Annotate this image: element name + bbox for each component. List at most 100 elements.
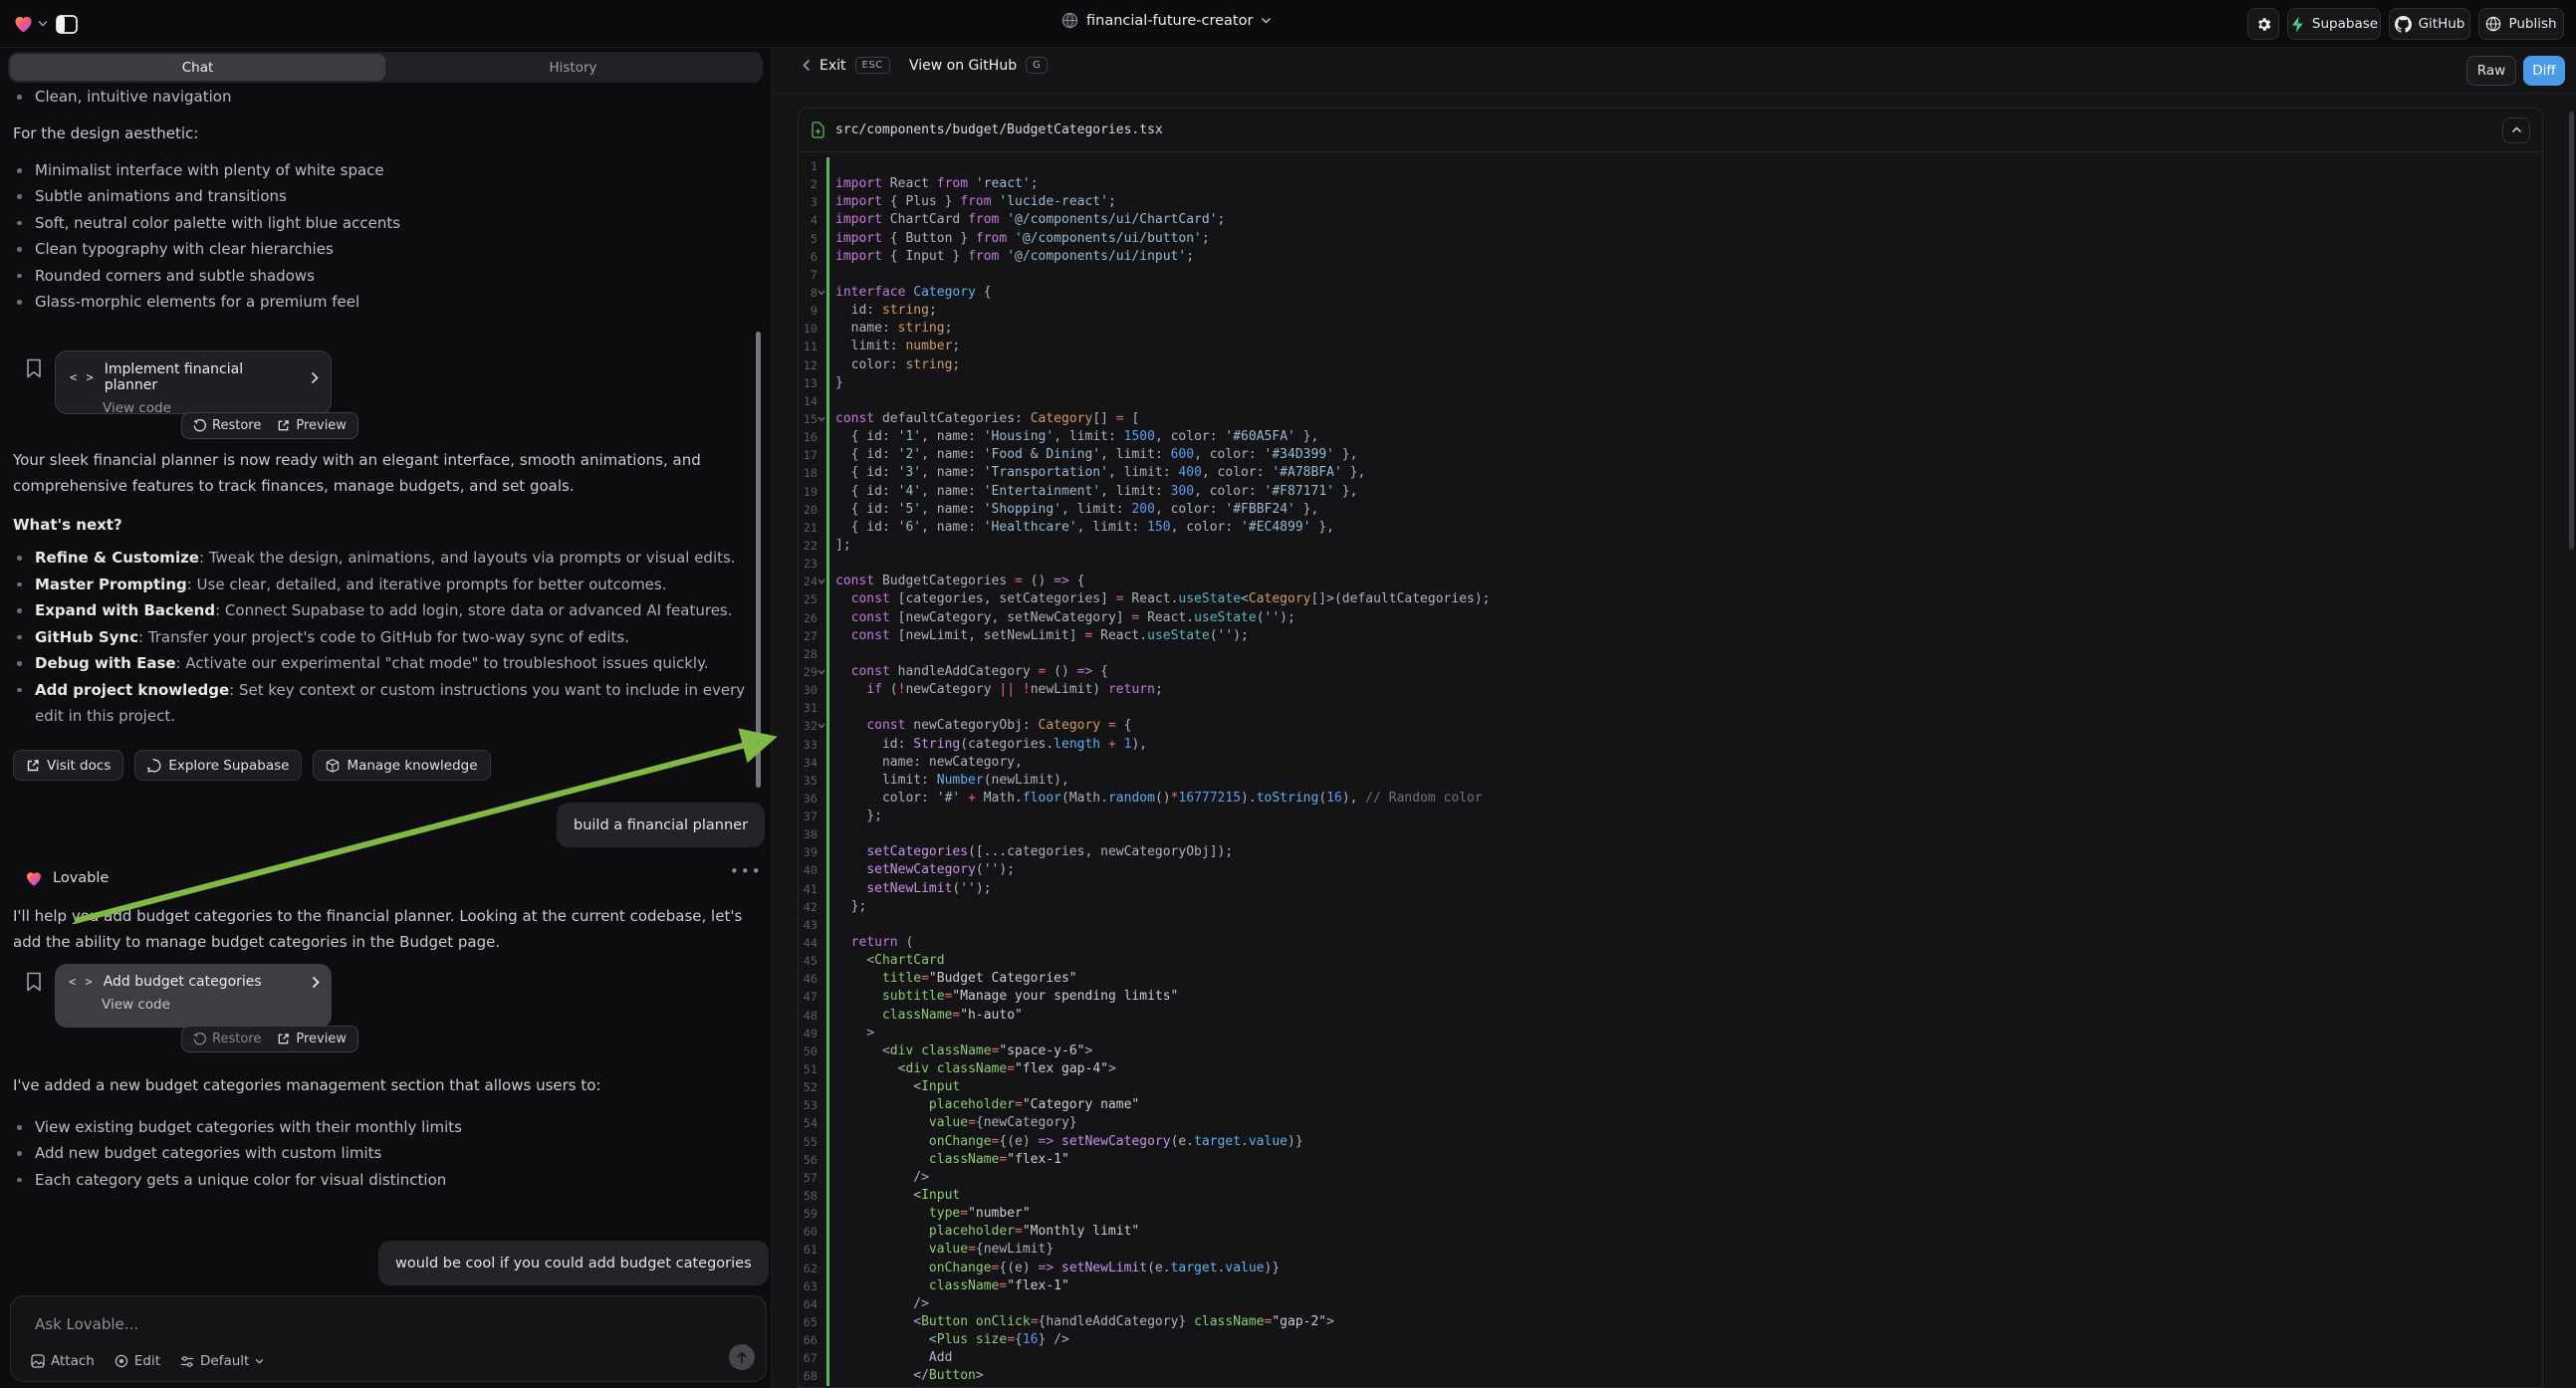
code-icon: < >	[70, 370, 95, 384]
code-editor[interactable]: 12import React from 'react';3import { Pl…	[799, 152, 2542, 1387]
code-line: 23	[799, 555, 2542, 573]
model-selector[interactable]: Default	[180, 1353, 264, 1369]
line-number: 43	[799, 916, 818, 934]
project-globe-icon	[1061, 12, 1078, 29]
external-link-icon	[277, 419, 290, 432]
line-number: 7	[799, 266, 818, 284]
bullet-item: Minimalist interface with plenty of whit…	[0, 157, 757, 183]
lovable-heart-logo-icon[interactable]	[12, 12, 35, 35]
publish-button[interactable]: Publish	[2478, 8, 2564, 40]
code-line: 11 limit: number;	[799, 338, 2542, 355]
project-switcher[interactable]: financial-future-creator	[1061, 12, 1272, 29]
code-line: 2import React from 'react';	[799, 175, 2542, 193]
lovable-heart-icon	[24, 868, 44, 888]
arrow-up-icon	[736, 1351, 748, 1364]
code-line: 38	[799, 825, 2542, 843]
line-number: 35	[799, 772, 818, 790]
explore-supabase-button[interactable]: Explore Supabase	[134, 750, 302, 781]
bookmark-icon[interactable]	[26, 358, 42, 378]
tab-history[interactable]: History	[385, 54, 761, 81]
bullet-item: Soft, neutral color palette with light b…	[0, 210, 757, 236]
line-number: 16	[799, 428, 818, 446]
code-line: 14	[799, 392, 2542, 410]
logo-chevron-down-icon[interactable]	[38, 20, 48, 27]
bullet-item: Add new budget categories with custom li…	[0, 1140, 757, 1166]
composer-toolbar: Attach Edit Default	[31, 1353, 264, 1369]
file-header[interactable]: src/components/budget/BudgetCategories.t…	[799, 109, 2542, 152]
code-line: 17 { id: '2', name: 'Food & Dining', lim…	[799, 446, 2542, 464]
preview-button[interactable]: Preview	[277, 1032, 347, 1046]
line-number: 17	[799, 446, 818, 464]
bookmark-icon[interactable]	[26, 972, 42, 992]
chevron-right-icon[interactable]	[311, 371, 319, 384]
attach-button[interactable]: Attach	[31, 1353, 95, 1369]
fold-chevron-icon[interactable]	[818, 717, 826, 735]
code-line: 64 />	[799, 1295, 2542, 1313]
chevron-left-icon	[803, 59, 811, 72]
code-line: 54 value={newCategory}	[799, 1114, 2542, 1132]
code-line: 66 <Plus size={16} />	[799, 1331, 2542, 1349]
line-number: 24	[799, 573, 818, 590]
view-code-link[interactable]: View code	[102, 997, 320, 1013]
visit-docs-button[interactable]: Visit docs	[13, 750, 123, 781]
diff-toggle-button[interactable]: Diff	[2523, 56, 2565, 86]
publish-globe-icon	[2485, 16, 2501, 32]
supabase-button[interactable]: Supabase	[2287, 8, 2381, 40]
line-number: 45	[799, 952, 818, 970]
collapse-file-button[interactable]	[2502, 117, 2530, 143]
fold-chevron-icon[interactable]	[818, 573, 826, 590]
line-number: 44	[799, 934, 818, 952]
code-icon: < >	[69, 975, 94, 989]
raw-toggle-button[interactable]: Raw	[2466, 56, 2516, 86]
project-name: financial-future-creator	[1086, 13, 1253, 29]
preview-button[interactable]: Preview	[277, 418, 347, 433]
code-scrollbar-thumb[interactable]	[2569, 112, 2574, 550]
tab-chat[interactable]: Chat	[10, 54, 385, 81]
chat-scrollbar-thumb[interactable]	[756, 332, 761, 788]
edit-card-add-budget-categories[interactable]: < > Add budget categories View code	[55, 964, 332, 1028]
view-on-github-button[interactable]: View on GitHub G	[909, 57, 1048, 74]
github-button[interactable]: GitHub	[2389, 8, 2470, 40]
line-number: 11	[799, 338, 818, 355]
package-icon	[326, 759, 340, 773]
user-message-bubble: would be cool if you could add budget ca…	[378, 1241, 769, 1285]
bullet-item: Rounded corners and subtle shadows	[0, 263, 757, 289]
whats-next-heading: What's next?	[13, 512, 122, 538]
fold-chevron-icon[interactable]	[818, 284, 826, 302]
settings-button[interactable]	[2247, 8, 2279, 40]
code-line: 15const defaultCategories: Category[] = …	[799, 410, 2542, 428]
line-number: 41	[799, 880, 818, 898]
chat-composer[interactable]: Ask Lovable... Attach Edit	[10, 1295, 767, 1382]
exit-button[interactable]: Exit ESC	[803, 57, 890, 74]
line-number: 23	[799, 555, 818, 573]
line-number: 39	[799, 843, 818, 861]
file-path: src/components/budget/BudgetCategories.t…	[835, 122, 2492, 137]
manage-knowledge-button[interactable]: Manage knowledge	[313, 750, 490, 781]
code-line: 32 const newCategoryObj: Category = {	[799, 717, 2542, 735]
line-number: 65	[799, 1313, 818, 1331]
message-menu-button[interactable]: •••	[730, 862, 763, 880]
fold-chevron-icon[interactable]	[818, 663, 826, 681]
code-line: 12 color: string;	[799, 356, 2542, 374]
chevron-right-icon[interactable]	[312, 976, 320, 989]
chevron-up-icon	[2511, 126, 2522, 133]
sidebar-toggle-button[interactable]	[52, 9, 82, 39]
code-line: 61 value={newLimit}	[799, 1241, 2542, 1259]
edit-mode-button[interactable]: Edit	[115, 1353, 160, 1369]
code-line: 5import { Button } from '@/components/ui…	[799, 230, 2542, 248]
restore-button[interactable]: Restore	[193, 418, 261, 433]
line-number: 9	[799, 302, 818, 320]
line-number: 19	[799, 483, 818, 501]
edit-card-implement-financial-planner[interactable]: < > Implement financial planner View cod…	[55, 350, 332, 414]
composer-placeholder[interactable]: Ask Lovable...	[35, 1315, 138, 1333]
line-number: 52	[799, 1078, 818, 1096]
fold-chevron-icon[interactable]	[818, 410, 826, 428]
line-number: 10	[799, 320, 818, 338]
line-number: 5	[799, 230, 818, 248]
restore-button[interactable]: Restore	[193, 1032, 261, 1046]
send-button[interactable]	[729, 1344, 755, 1370]
line-number: 63	[799, 1277, 818, 1295]
line-number: 37	[799, 808, 818, 825]
bullet-item: Refine & Customize: Tweak the design, an…	[0, 545, 762, 572]
code-line: 35 limit: Number(newLimit),	[799, 772, 2542, 790]
